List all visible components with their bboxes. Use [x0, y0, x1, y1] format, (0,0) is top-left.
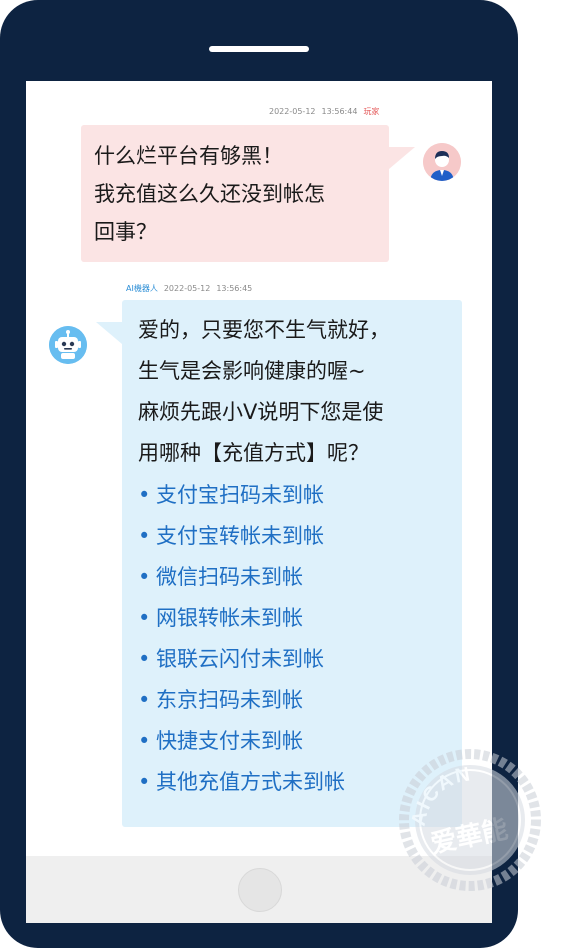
option-online-banking[interactable]: • 网银转帐未到帐 [138, 598, 454, 639]
bullet-icon: • [138, 565, 151, 589]
home-button[interactable] [238, 868, 282, 912]
bot-sender-label: AI機器人 [126, 284, 158, 293]
bullet-icon: • [138, 688, 151, 712]
option-label: 其他充值方式未到帐 [156, 770, 345, 794]
bot-bubble-tail [96, 322, 122, 344]
option-label: 微信扫码未到帐 [156, 565, 303, 589]
user-message-line: 什么烂平台有够黑！ [94, 144, 283, 168]
option-jd-qr[interactable]: • 东京扫码未到帐 [138, 680, 454, 721]
user-message-line: 我充值这么久还没到帐怎 [94, 182, 325, 206]
user-message-line: 回事？ [94, 220, 157, 244]
option-label: 网银转帐未到帐 [156, 606, 303, 630]
bullet-icon: • [138, 606, 151, 630]
user-message-bubble: 什么烂平台有够黑！ 我充值这么久还没到帐怎 回事？ [81, 125, 415, 262]
user-bubble-tail [389, 147, 415, 169]
option-label: 支付宝扫码未到帐 [156, 483, 324, 507]
option-alipay-transfer[interactable]: • 支付宝转帐未到帐 [138, 516, 454, 557]
bot-message-time: 13:56:45 [216, 284, 253, 293]
bot-message-meta: AI機器人 2022-05-12 13:56:45 [126, 283, 252, 294]
bot-message-date: 2022-05-12 [163, 284, 211, 293]
user-avatar-icon[interactable] [423, 143, 461, 181]
user-message-date: 2022-05-12 [269, 107, 316, 116]
option-label: 东京扫码未到帐 [156, 688, 303, 712]
bot-message-line: 用哪种【充值方式】呢？ [138, 441, 369, 465]
option-unionpay-quickpass[interactable]: • 银联云闪付未到帐 [138, 639, 454, 680]
bot-message-line: 爱的，只要您不生气就好， [138, 318, 390, 342]
user-message-time: 13:56:44 [321, 107, 358, 116]
robot-avatar-icon[interactable] [49, 326, 87, 364]
bullet-icon: • [138, 524, 151, 548]
aican-watermark-logo: AICAN 爱華能 [395, 745, 545, 895]
bullet-icon: • [138, 483, 151, 507]
option-label: 快捷支付未到帐 [156, 729, 303, 753]
bullet-icon: • [138, 647, 151, 671]
phone-speaker [209, 46, 309, 52]
option-alipay-qr[interactable]: • 支付宝扫码未到帐 [138, 475, 454, 516]
user-sender-label: 玩家 [363, 107, 380, 116]
bot-message-line: 麻烦先跟小V说明下您是使 [138, 400, 384, 424]
bullet-icon: • [138, 729, 151, 753]
option-wechat-qr[interactable]: • 微信扫码未到帐 [138, 557, 454, 598]
bullet-icon: • [138, 770, 151, 794]
bot-message-line: 生气是会影响健康的喔~ [138, 359, 366, 383]
option-label: 支付宝转帐未到帐 [156, 524, 324, 548]
user-message-meta: 2022-05-12 13:56:44 玩家 [269, 106, 379, 117]
option-label: 银联云闪付未到帐 [156, 647, 324, 671]
